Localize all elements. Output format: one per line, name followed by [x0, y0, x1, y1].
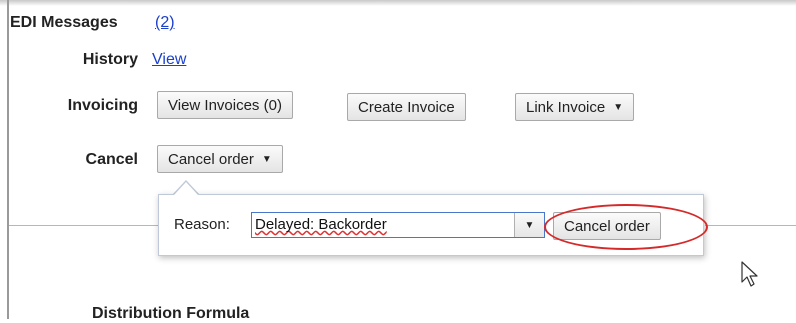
- cancel-order-dropdown[interactable]: Cancel order ▼: [157, 145, 283, 173]
- caret-down-icon: ▼: [613, 101, 624, 113]
- red-highlight-ellipse: [544, 204, 708, 250]
- history-label: History: [82, 51, 138, 68]
- invoicing-label: Invoicing: [67, 97, 138, 114]
- link-invoice-label: Link Invoice: [526, 98, 606, 116]
- reason-label: Reason:: [174, 216, 230, 233]
- divider-line-left: [9, 225, 159, 226]
- create-invoice-button[interactable]: Create Invoice: [347, 93, 466, 121]
- reason-select-value: Delayed: Backorder: [255, 216, 387, 233]
- create-invoice-label: Create Invoice: [358, 98, 455, 116]
- caret-down-icon: ▼: [261, 153, 272, 165]
- view-invoices-button[interactable]: View Invoices (0): [157, 91, 293, 119]
- content-left-border: [7, 0, 9, 319]
- reason-select[interactable]: Delayed: Backorder ▼: [251, 212, 545, 238]
- cancel-label: Cancel: [85, 151, 138, 168]
- cancel-order-dropdown-label: Cancel order: [168, 150, 254, 168]
- edi-messages-label: EDI Messages: [10, 14, 118, 31]
- popover-arrow-fill: [174, 182, 198, 195]
- divider-line-right: [705, 225, 796, 226]
- window-top-shadow: [0, 0, 796, 6]
- mouse-pointer-icon: [741, 261, 758, 287]
- history-view-link[interactable]: View: [152, 51, 186, 69]
- link-invoice-dropdown[interactable]: Link Invoice ▼: [515, 93, 635, 121]
- distribution-formula-heading: Distribution Formula: [92, 305, 250, 322]
- edi-messages-count-link[interactable]: (2): [155, 14, 175, 32]
- caret-down-icon[interactable]: ▼: [514, 213, 544, 237]
- view-invoices-label: View Invoices (0): [168, 96, 282, 114]
